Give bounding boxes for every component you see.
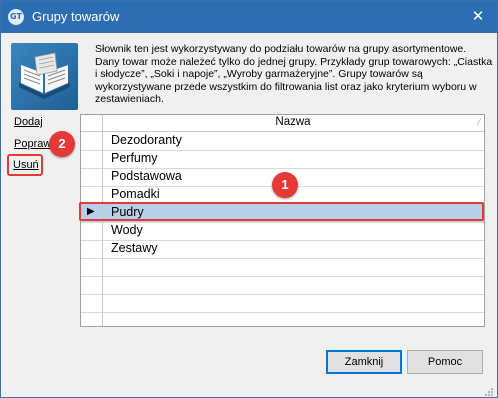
book-logo-icon	[11, 43, 78, 110]
dialog-window: GT Grupy towarów ✕ Słownik ten jest wyko…	[0, 0, 498, 398]
dictionary-description: Słownik ten jest wykorzystywany do podzi…	[95, 43, 493, 105]
row-indicator	[81, 258, 103, 276]
table-row[interactable]: Perfumy	[81, 150, 484, 169]
empty-row	[81, 294, 484, 313]
step-2-badge: 2	[49, 131, 75, 157]
row-indicator	[81, 294, 103, 312]
table-row[interactable]: Dezodoranty	[81, 132, 484, 151]
edit-link[interactable]: Popraw	[14, 138, 51, 150]
window-title: Grupy towarów	[32, 9, 120, 24]
selected-row-highlight-box	[79, 202, 484, 221]
row-indicator	[81, 312, 103, 326]
help-button[interactable]: Pomoc	[407, 350, 483, 374]
empty-row	[81, 276, 484, 295]
delete-highlight-box	[7, 154, 43, 176]
add-link[interactable]: Dodaj	[14, 116, 43, 128]
row-indicator	[81, 276, 103, 294]
group-name-cell: Zestawy	[111, 241, 158, 255]
close-button[interactable]: Zamknij	[326, 350, 402, 374]
group-name-cell: Wody	[111, 223, 143, 237]
title-bar[interactable]: GT Grupy towarów ✕	[1, 1, 497, 33]
group-name-cell: Podstawowa	[111, 169, 182, 183]
group-name-cell: Dezodoranty	[111, 133, 182, 147]
group-name-cell: Perfumy	[111, 151, 158, 165]
sort-icon: ⁄	[478, 117, 480, 127]
row-indicator	[81, 168, 103, 186]
empty-row	[81, 312, 484, 326]
row-indicator	[81, 222, 103, 240]
step-1-badge: 1	[272, 172, 298, 198]
row-indicator	[81, 132, 103, 150]
empty-row	[81, 258, 484, 277]
close-icon[interactable]: ✕	[469, 7, 487, 25]
column-header-nazwa[interactable]: Nazwa	[102, 116, 484, 128]
app-icon: GT	[8, 9, 24, 25]
group-name-cell: Pomadki	[111, 187, 160, 201]
table-row[interactable]: Zestawy	[81, 240, 484, 259]
row-indicator	[81, 150, 103, 168]
resize-grip-icon[interactable]	[484, 384, 494, 396]
row-indicator	[81, 240, 103, 258]
grid-header: Nazwa ⁄	[81, 115, 484, 132]
table-row[interactable]: Wody	[81, 222, 484, 241]
row-indicator-header	[81, 115, 103, 131]
